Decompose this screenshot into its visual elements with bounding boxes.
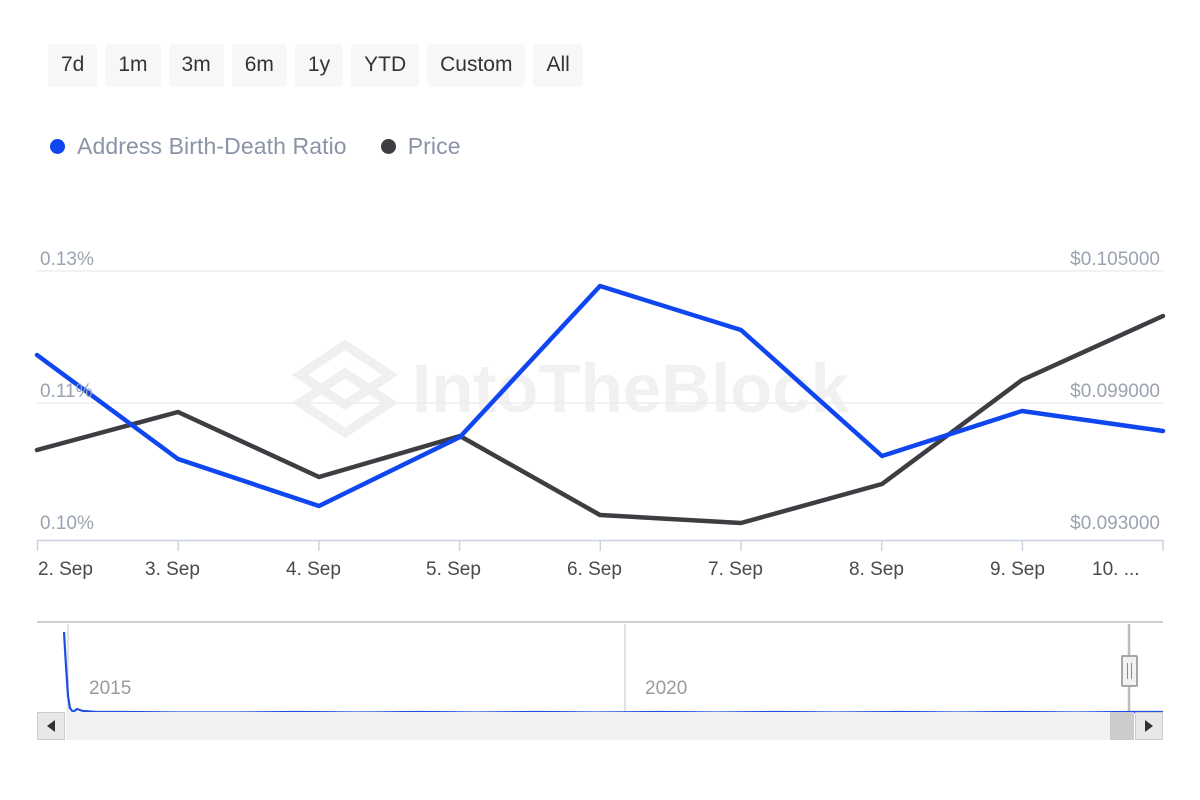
scrollbar-track[interactable] [66,712,1134,740]
series-line-price [37,316,1163,523]
range-button-7d[interactable]: 7d [48,44,97,87]
range-button-1m[interactable]: 1m [105,44,160,87]
navigator-year-label-2015: 2015 [89,678,131,700]
x-axis-label-3: 5. Sep [426,559,481,581]
handle-grip-icon-right [1131,663,1132,679]
y-axis-right-label-1: $0.099000 [1070,381,1160,403]
navigator[interactable]: 2015 2020 [37,620,1163,720]
y-axis-right-label-0: $0.105000 [1070,249,1160,271]
navigator-year-label-2020: 2020 [645,678,687,700]
legend-label-price: Price [408,133,461,160]
y-axis-left-label-1: 0.11% [40,381,92,403]
range-button-3m[interactable]: 3m [169,44,224,87]
legend-item-address-birth-death-ratio[interactable]: Address Birth-Death Ratio [50,133,347,160]
x-axis-label-2: 4. Sep [286,559,341,581]
x-axis-label-5: 7. Sep [708,559,763,581]
range-button-6m[interactable]: 6m [232,44,287,87]
legend-label-address-birth-death-ratio: Address Birth-Death Ratio [77,133,347,160]
navigator-plot [37,620,1163,720]
x-axis-label-8: 10. ... [1092,559,1140,581]
x-axis-ticks [38,540,1164,551]
scroll-right-button[interactable] [1135,712,1163,740]
y-axis-left-label-0: 0.13% [40,249,94,271]
scroll-left-button[interactable] [37,712,65,740]
navigator-series-line [64,632,1163,713]
legend-item-price[interactable]: Price [381,133,461,160]
range-button-all[interactable]: All [533,44,582,87]
legend-dot-icon-dark [381,139,396,154]
x-axis-label-0: 2. Sep [38,559,93,581]
x-axis-label-6: 8. Sep [849,559,904,581]
y-axis-left-label-2: 0.10% [40,513,94,535]
navigator-scrollbar[interactable] [37,712,1163,740]
chart-legend: Address Birth-Death Ratio Price [50,133,461,160]
watermark-intotheblock: IntoTheBlock [300,345,850,433]
range-button-1y[interactable]: 1y [295,44,343,87]
watermark-text: IntoTheBlock [412,350,850,427]
legend-dot-icon-blue [50,139,65,154]
x-axis-label-1: 3. Sep [145,559,200,581]
series-line-address-birth-death-ratio [37,286,1163,506]
x-axis-label-4: 6. Sep [567,559,622,581]
range-selector[interactable]: 7d 1m 3m 6m 1y YTD Custom All [48,44,583,87]
scrollbar-thumb[interactable] [1110,712,1134,740]
handle-grip-icon-left [1127,663,1128,679]
navigator-right-handle[interactable] [1121,655,1138,687]
x-axis-label-7: 9. Sep [990,559,1045,581]
range-button-custom[interactable]: Custom [427,44,525,87]
arrow-left-icon [47,720,55,732]
range-button-ytd[interactable]: YTD [351,44,419,87]
y-axis-right-label-2: $0.093000 [1070,513,1160,535]
arrow-right-icon [1145,720,1153,732]
